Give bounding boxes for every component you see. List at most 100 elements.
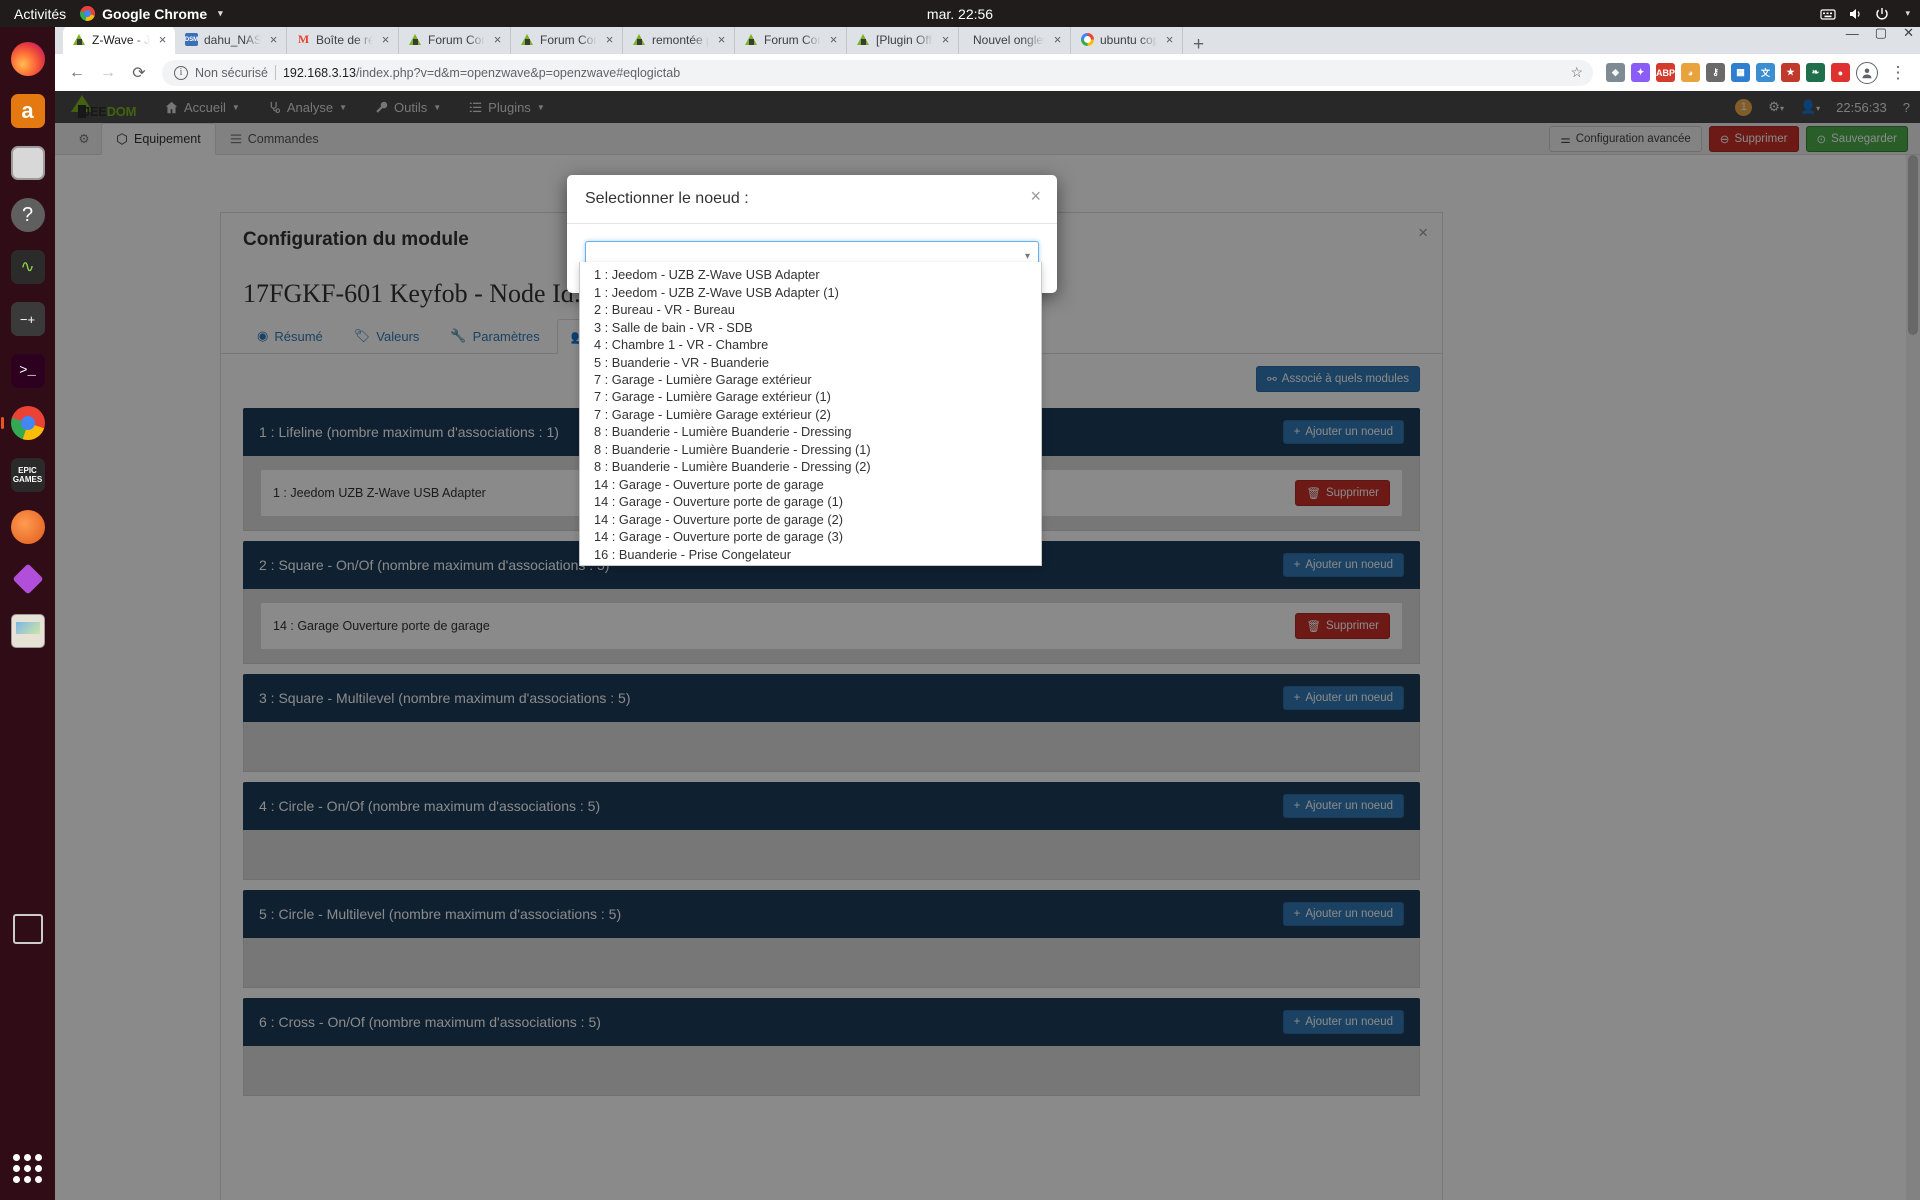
dropdown-option[interactable]: 8 : Buanderie - Lumière Buanderie - Dres… <box>580 458 1041 475</box>
dropdown-option[interactable]: 14 : Garage - Ouverture porte de garage … <box>580 528 1041 545</box>
jeedom-icon <box>409 33 422 46</box>
bookmark-icon[interactable]: ★ <box>1781 63 1800 82</box>
jeedom-icon <box>857 33 870 46</box>
dock-item-terminal[interactable]: >_ <box>6 349 50 393</box>
dropdown-option[interactable]: 1 : Jeedom - UZB Z-Wave USB Adapter (1) <box>580 283 1041 300</box>
close-icon[interactable]: × <box>1030 187 1041 205</box>
extensions-bar: ◆ ✦ ABP ◕ ⚷ ▦ 文 ★ ❧ ● ⋮ <box>1602 59 1912 87</box>
dock-item-monitor[interactable]: ∿ <box>6 245 50 289</box>
bookmark-star-icon[interactable]: ☆ <box>1570 64 1583 81</box>
close-icon[interactable]: × <box>491 32 504 47</box>
cookie-icon[interactable]: ◕ <box>1681 63 1700 82</box>
chevron-down-icon: ▾ <box>1024 250 1030 262</box>
info-icon[interactable]: i <box>174 65 188 80</box>
app-grid-button[interactable] <box>8 1148 48 1188</box>
dropdown-option[interactable]: 8 : Buanderie - Lumière Buanderie - Dres… <box>580 423 1041 440</box>
browser-tab[interactable]: Nouvel onglet × <box>959 25 1071 54</box>
tab-title: [Plugin Officie <box>876 32 933 47</box>
browser-tab[interactable]: Forum Commu × <box>399 25 511 54</box>
dock-item-krita[interactable] <box>6 505 50 549</box>
leaf-icon[interactable]: ❧ <box>1806 63 1825 82</box>
browser-tab[interactable]: M Boîte de récep × <box>287 25 399 54</box>
browser-tab[interactable]: DSM dahu_NAS - Syn × <box>175 25 287 54</box>
dropdown-option[interactable]: 7 : Garage - Lumière Garage extérieur <box>580 371 1041 388</box>
dock-item-epic-games[interactable]: EPIC GAMES <box>6 453 50 497</box>
close-icon[interactable]: × <box>1051 32 1064 47</box>
close-icon[interactable]: × <box>379 32 392 47</box>
dock-item-help[interactable]: ? <box>6 193 50 237</box>
dropdown-option[interactable]: 2 : Bureau - VR - Bureau <box>580 301 1041 318</box>
abp-icon[interactable]: ABP <box>1656 63 1675 82</box>
scanner-icon <box>10 614 45 648</box>
trash-icon <box>12 914 43 944</box>
tab-title: Boîte de récep <box>316 32 373 47</box>
user-icon <box>1862 68 1872 78</box>
reload-button[interactable]: ⟳ <box>125 59 153 87</box>
dropdown-option[interactable]: 14 : Garage - Ouverture porte de garage … <box>580 511 1041 528</box>
new-tab-button[interactable]: + <box>1183 35 1214 54</box>
dropdown-option[interactable]: 1 : Jeedom - UZB Z-Wave USB Adapter <box>580 266 1041 283</box>
url-text: 192.168.3.13/index.php?v=d&m=openzwave&p… <box>283 66 680 80</box>
maximize-button[interactable]: ▢ <box>1875 25 1887 41</box>
chart-icon[interactable]: ▦ <box>1731 63 1750 82</box>
activities-button[interactable]: Activités <box>0 6 80 22</box>
menu-icon[interactable]: ⋮ <box>1884 59 1912 87</box>
dock-item-chrome[interactable] <box>0 401 50 445</box>
close-icon[interactable]: × <box>156 32 169 47</box>
profile-avatar[interactable] <box>1856 61 1878 84</box>
shield-icon[interactable]: ◆ <box>1606 63 1625 82</box>
dock-item-firefox[interactable] <box>6 37 50 81</box>
jeedom-icon <box>745 33 758 46</box>
dropdown-option[interactable]: 7 : Garage - Lumière Garage extérieur (2… <box>580 406 1041 423</box>
dock-item-trash[interactable] <box>6 907 50 951</box>
dropdown-option[interactable]: 16 : Buanderie - Prise Congelateur <box>580 546 1041 563</box>
dock-item-amazon[interactable]: a <box>6 89 50 133</box>
puzzle-icon[interactable]: ✦ <box>1631 63 1650 82</box>
browser-tab[interactable]: Forum Commu × <box>511 25 623 54</box>
dropdown-option[interactable]: 5 : Buanderie - VR - Buanderie <box>580 353 1041 370</box>
system-tray[interactable]: ▾ <box>1820 6 1910 22</box>
tab-title: Forum Commu <box>428 32 485 47</box>
chrome-window: Z-Wave - Jeedo × DSM dahu_NAS - Syn × M … <box>55 21 1920 1200</box>
browser-tab[interactable]: Forum Commu × <box>735 25 847 54</box>
tab-title: dahu_NAS - Syn <box>204 32 261 47</box>
dock-item-scanner[interactable] <box>6 609 50 653</box>
back-button[interactable]: ← <box>63 59 91 87</box>
volume-icon <box>1850 8 1861 19</box>
browser-tab[interactable]: remontée posi × <box>623 25 735 54</box>
close-icon[interactable]: × <box>715 32 728 47</box>
help-icon: ? <box>10 198 45 232</box>
close-icon[interactable]: × <box>939 32 952 47</box>
browser-tab[interactable]: ubuntu copie é × <box>1071 25 1183 54</box>
dropdown-option[interactable]: 8 : Buanderie - Lumière Buanderie - Dres… <box>580 441 1041 458</box>
key-icon[interactable]: ⚷ <box>1706 63 1725 82</box>
translate-icon[interactable]: 文 <box>1756 63 1775 82</box>
close-window-button[interactable]: ✕ <box>1903 25 1914 41</box>
close-icon[interactable]: × <box>827 32 840 47</box>
app-menu-label: Google Chrome <box>102 5 208 22</box>
forward-button[interactable]: → <box>94 59 122 87</box>
browser-tab[interactable]: Z-Wave - Jeedo × <box>63 25 175 54</box>
system-clock[interactable]: mar. 22:56 <box>927 6 993 22</box>
app-menu-button[interactable]: Google Chrome ▾ <box>80 6 223 22</box>
dropdown-option[interactable]: 14 : Garage - Ouverture porte de garage <box>580 476 1041 493</box>
browser-tab[interactable]: [Plugin Officie × <box>847 25 959 54</box>
close-icon[interactable]: × <box>267 32 280 47</box>
dropdown-option[interactable]: 14 : Garage - Ouverture porte de garage … <box>580 493 1041 510</box>
close-icon[interactable]: × <box>603 32 616 47</box>
dropdown-option[interactable]: 3 : Salle de bain - VR - SDB <box>580 318 1041 335</box>
record-icon[interactable]: ● <box>1831 63 1850 82</box>
dropdown-option[interactable]: 7 : Garage - Lumière Garage extérieur (1… <box>580 388 1041 405</box>
dock-item-gem[interactable] <box>6 557 50 601</box>
dropdown-option[interactable]: 4 : Chambre 1 - VR - Chambre <box>580 336 1041 353</box>
dock-item-calculator[interactable]: −+ <box>6 297 50 341</box>
modal-title: Selectionner le noeud : <box>585 190 749 207</box>
ubuntu-dock: a ? ∿ −+ >_ EPIC GAMES <box>0 27 55 1200</box>
minimize-button[interactable]: — <box>1846 26 1859 41</box>
address-bar[interactable]: i Non sécurisé 192.168.3.13/index.php?v=… <box>162 59 1593 86</box>
dock-item-mail[interactable] <box>6 141 50 185</box>
node-select-dropdown[interactable]: 1 : Jeedom - UZB Z-Wave USB Adapter 1 : … <box>579 262 1042 567</box>
web-page: JEEDOM Accueil ▼ Analyse ▼ Outils ▼ Plug… <box>55 91 1920 1200</box>
chrome-icon <box>80 6 96 21</box>
close-icon[interactable]: × <box>1163 32 1176 47</box>
